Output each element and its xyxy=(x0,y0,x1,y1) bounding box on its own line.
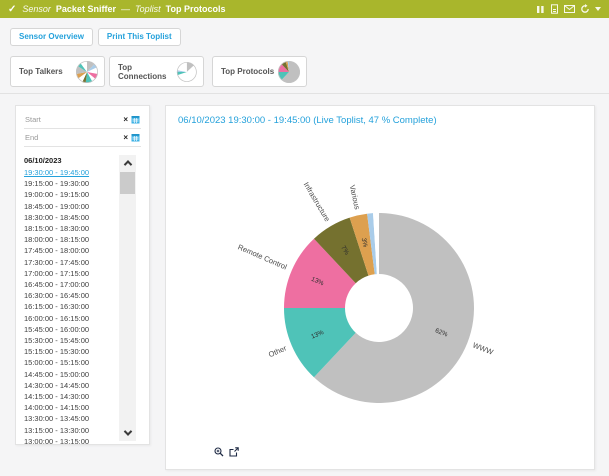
toolbar: Sensor Overview Print This Toplist xyxy=(10,28,181,46)
toplist-tabs: Top Talkers Top Connections Top Protocol… xyxy=(10,56,307,87)
sensor-status-bar: ✓ Sensor Packet Sniffer — Toplist Top Pr… xyxy=(0,0,609,18)
protocols-donut-chart: 62%WWW13%Other13%Remote Control7%Infrast… xyxy=(166,130,596,460)
scrollbar-track[interactable] xyxy=(119,155,136,441)
scrollbar-thumb[interactable] xyxy=(120,172,135,194)
breadcrumb-sensor-label: Sensor xyxy=(22,4,51,14)
clear-end-icon[interactable]: × xyxy=(123,134,128,142)
chart-footer-toolbar xyxy=(214,447,239,457)
slice-name-label: Various xyxy=(348,184,362,210)
tab-top-protocols[interactable]: Top Protocols xyxy=(212,56,307,87)
report-icon[interactable] xyxy=(550,4,559,14)
end-date-input[interactable] xyxy=(25,133,121,142)
chevron-up-icon xyxy=(123,160,131,168)
section-divider xyxy=(0,93,609,94)
caret-down-icon[interactable] xyxy=(595,7,601,11)
status-check-icon: ✓ xyxy=(8,4,16,15)
calendar-icon[interactable] xyxy=(131,115,140,124)
pie-chart-icon xyxy=(176,60,198,84)
scrollbar-down-button[interactable] xyxy=(119,426,136,440)
chevron-down-icon xyxy=(123,427,131,435)
scrollbar-up-button[interactable] xyxy=(119,156,136,170)
breadcrumb-sensor-name[interactable]: Packet Sniffer xyxy=(56,4,116,14)
slice-name-label: Other xyxy=(267,343,288,359)
time-selector-panel: × × 06/10/2023 19:30:00 - 19:45:0019:15:… xyxy=(15,105,150,445)
tab-label: Top Connections xyxy=(118,63,176,81)
external-link-icon[interactable] xyxy=(229,447,239,457)
end-date-row: × xyxy=(24,129,141,147)
time-list-container: 06/10/2023 19:30:00 - 19:45:0019:15:00 -… xyxy=(24,155,141,443)
toplist-chart-panel: 06/10/2023 19:30:00 - 19:45:00 (Live Top… xyxy=(165,105,595,470)
email-icon[interactable] xyxy=(564,5,575,13)
slice-name-label: WWW xyxy=(471,341,495,358)
start-date-row: × xyxy=(24,111,141,129)
print-toplist-button[interactable]: Print This Toplist xyxy=(98,28,181,46)
start-date-input[interactable] xyxy=(25,115,121,124)
tab-top-connections[interactable]: Top Connections xyxy=(109,56,204,87)
refresh-icon[interactable] xyxy=(580,4,590,14)
tab-top-talkers[interactable]: Top Talkers xyxy=(10,56,105,87)
breadcrumb-toplist-name: Top Protocols xyxy=(166,4,226,14)
slice-name-label: Remote Control xyxy=(237,242,289,271)
pie-chart-icon xyxy=(277,60,301,84)
tab-label: Top Talkers xyxy=(19,67,63,76)
pause-icon[interactable] xyxy=(536,5,545,14)
sensor-overview-button[interactable]: Sensor Overview xyxy=(10,28,93,46)
breadcrumb-toplist-label: Toplist xyxy=(135,4,161,14)
clear-start-icon[interactable]: × xyxy=(123,116,128,124)
calendar-icon[interactable] xyxy=(131,133,140,142)
chart-title: 06/10/2023 19:30:00 - 19:45:00 (Live Top… xyxy=(178,115,584,127)
slice-name-label: Infrastructure xyxy=(302,180,332,223)
tab-label: Top Protocols xyxy=(221,67,274,76)
pie-chart-icon xyxy=(75,60,99,84)
breadcrumb-separator: — xyxy=(121,4,130,14)
zoom-icon[interactable] xyxy=(214,447,224,457)
